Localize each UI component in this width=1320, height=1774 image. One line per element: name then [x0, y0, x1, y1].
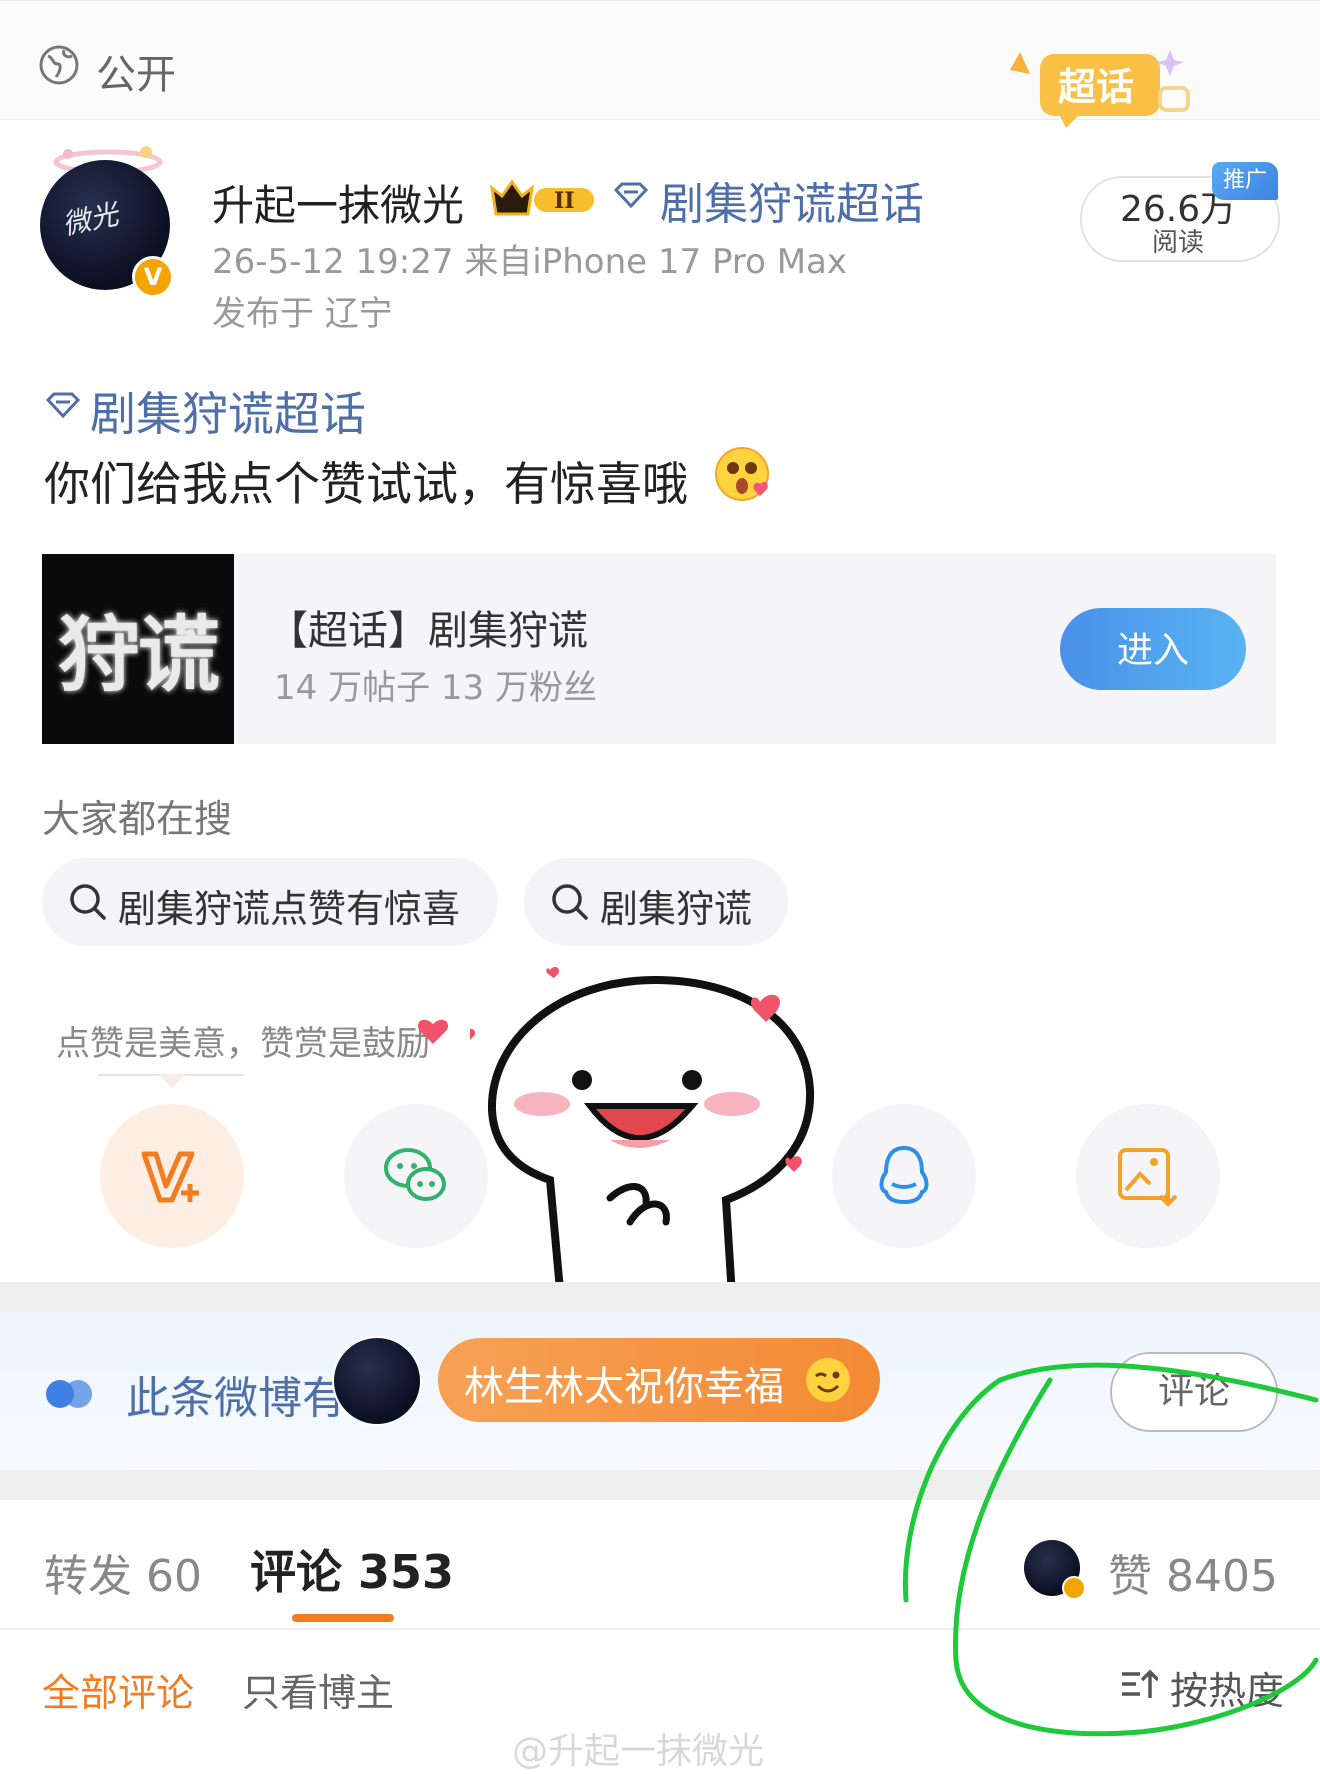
- search-icon: [70, 884, 106, 920]
- author-name[interactable]: 升起一抹微光: [212, 172, 464, 233]
- wechat-icon: [384, 1148, 446, 1201]
- qq-icon: [879, 1145, 929, 1205]
- green-circle-annotation: [902, 1362, 1319, 1737]
- globe-icon: [39, 45, 79, 85]
- search-chip-label: 剧集狩谎: [600, 887, 753, 931]
- commenter-avatar[interactable]: [332, 1336, 422, 1426]
- weibo-watermark: @升起一抹微光: [512, 1731, 765, 1772]
- verified-badge-icon: V: [132, 256, 174, 298]
- post-meta: 26-5-12 19:27 来自iPhone 17 Pro Max: [212, 234, 847, 283]
- super-topic-badge[interactable]: 超话: [1000, 40, 1210, 130]
- search-icon: [552, 884, 588, 920]
- heart-icon: [417, 1019, 449, 1044]
- post-text: 你们给我点个赞试试，有惊喜哦: [44, 457, 688, 511]
- post-source: 来自iPhone 17 Pro Max: [464, 242, 847, 282]
- topic-link[interactable]: 剧集狩谎超话: [90, 378, 366, 444]
- diamond-icon: [45, 392, 81, 418]
- read-label: 阅读: [1152, 228, 1205, 258]
- member-crown-icon: II: [489, 179, 594, 216]
- level-badge-text: II: [554, 188, 575, 214]
- reward-hint: 点赞是美意，赞赏是鼓励: [56, 1024, 430, 1064]
- share-qq-button[interactable]: [832, 1104, 976, 1248]
- topic-inline-link[interactable]: 剧集狩谎超话: [660, 168, 924, 232]
- share-wechat-button[interactable]: [344, 1104, 488, 1248]
- filter-owner-only[interactable]: 只看博主: [242, 1662, 394, 1717]
- enter-button[interactable]: 进入: [1060, 608, 1246, 690]
- search-chip-label: 剧集狩谎点赞有惊喜: [118, 887, 461, 931]
- post-location: 发布于 辽宁: [212, 294, 393, 334]
- section-divider: [0, 1282, 1320, 1312]
- reward-v-icon: [141, 1151, 199, 1203]
- search-chip[interactable]: 剧集狩谎点赞有惊喜: [42, 858, 498, 946]
- diamond-icon: [613, 182, 649, 208]
- reward-button[interactable]: [100, 1104, 244, 1248]
- promote-tag[interactable]: 推广: [1212, 162, 1278, 200]
- tab-reposts[interactable]: 转发 60: [44, 1540, 202, 1604]
- tab-comments[interactable]: 评论 353: [250, 1536, 454, 1602]
- surprised-emoji-icon: [715, 447, 769, 501]
- search-chip[interactable]: 剧集狩谎: [524, 858, 788, 946]
- floating-comment-text: 林生林太祝你幸福: [464, 1364, 784, 1410]
- super-topic-title: 【超话】剧集狩谎: [268, 608, 588, 654]
- visibility-label: 公开: [96, 52, 176, 98]
- super-topic-stats: 14 万帖子 13 万粉丝: [274, 668, 597, 708]
- filter-all-comments[interactable]: 全部评论: [42, 1662, 194, 1717]
- trending-search-heading: 大家都在搜: [42, 797, 233, 841]
- post-time: 26-5-12 19:27: [212, 242, 454, 282]
- save-image-icon: [1118, 1148, 1178, 1207]
- active-tab-indicator: [292, 1614, 394, 1622]
- wink-emoji-icon: [806, 1358, 850, 1402]
- thumbnail-title: 狩谎: [58, 607, 220, 703]
- hint-caret: [158, 1074, 186, 1088]
- super-topic-badge-text: 超话: [1058, 67, 1134, 109]
- audio-wave-icon: [46, 1380, 92, 1408]
- save-image-button[interactable]: [1076, 1104, 1220, 1248]
